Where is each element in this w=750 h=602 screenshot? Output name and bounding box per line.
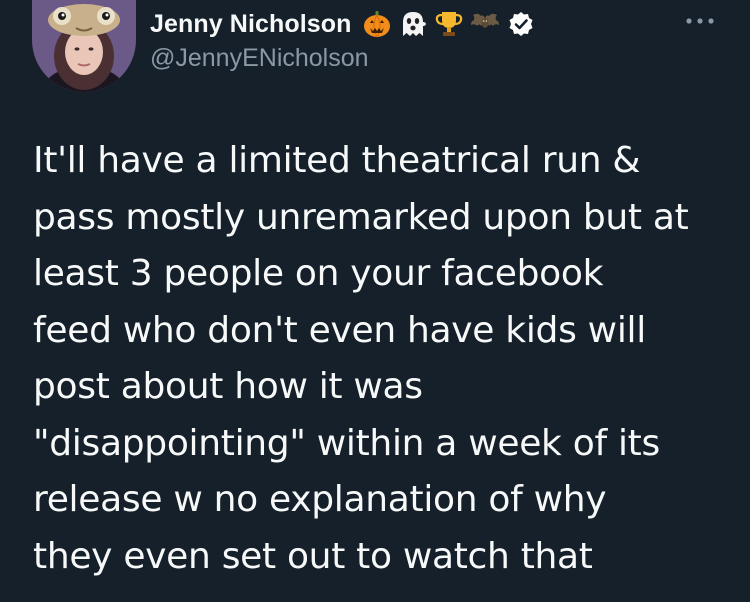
more-options-icon [685,12,715,30]
tweet-header: Jenny Nicholson @JennyENicholson [0,0,750,100]
handle[interactable]: @JennyENicholson [150,44,369,73]
badges [360,7,538,41]
tweet-text: It'll have a limited theatrical run & pa… [33,140,689,577]
ghost-icon [396,7,430,41]
bat-icon [468,7,502,41]
trophy-icon [432,7,466,41]
display-name[interactable]: Jenny Nicholson [150,10,352,39]
avatar[interactable] [32,0,136,92]
name-row: Jenny Nicholson [150,6,538,42]
verified-badge-icon [504,7,538,41]
jack-o-lantern-icon [360,7,394,41]
more-options-button[interactable] [680,8,720,34]
